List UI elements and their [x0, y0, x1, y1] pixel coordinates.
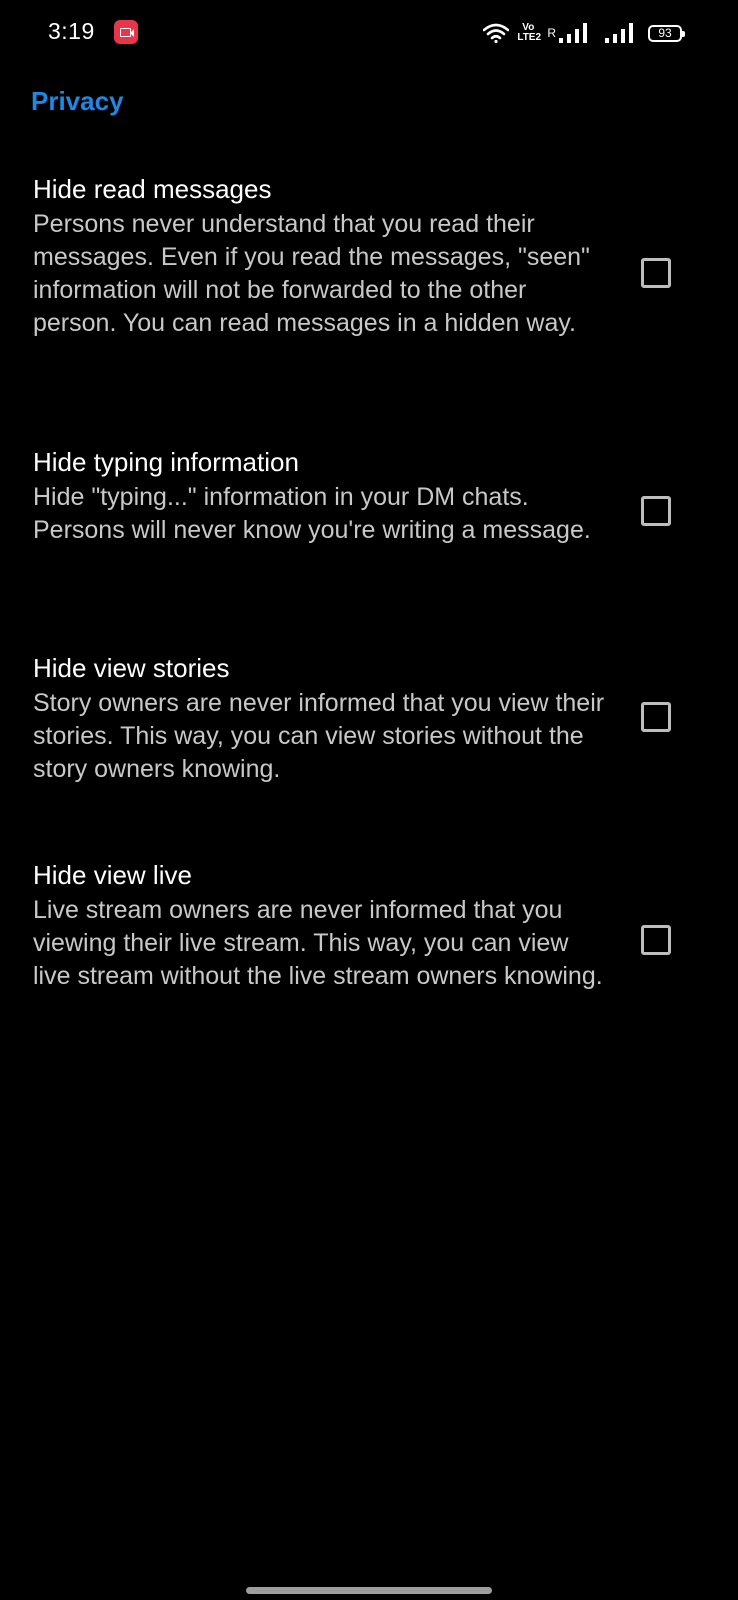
- setting-title: Hide typing information: [33, 447, 299, 477]
- status-icons: Vo LTE2 R 93: [483, 18, 685, 48]
- section-title: Privacy: [31, 86, 124, 116]
- setting-hide-view-stories[interactable]: Hide view stories Story owners are never…: [0, 652, 738, 797]
- setting-hide-read-messages[interactable]: Hide read messages Persons never underst…: [0, 173, 738, 383]
- status-time: 3:19: [48, 18, 95, 44]
- hide-view-live-checkbox[interactable]: [641, 925, 671, 955]
- home-indicator[interactable]: [246, 1587, 492, 1594]
- setting-title: Hide read messages: [33, 174, 272, 204]
- setting-title: Hide view stories: [33, 653, 230, 683]
- roaming-indicator: R: [547, 26, 556, 40]
- setting-description: Persons never understand that you read t…: [33, 210, 590, 337]
- setting-description: Story owners are never informed that you…: [33, 689, 605, 783]
- hide-view-stories-checkbox[interactable]: [641, 702, 671, 732]
- status-bar: 3:19 Vo LTE2 R 93: [0, 0, 738, 68]
- setting-hide-typing-information[interactable]: Hide typing information Hide "typing..."…: [0, 446, 738, 591]
- hide-read-messages-checkbox[interactable]: [641, 258, 671, 288]
- setting-text: Hide read messages Persons never underst…: [33, 173, 605, 340]
- signal-sim2-icon: [604, 22, 634, 44]
- setting-title: Hide view live: [33, 860, 192, 890]
- setting-description: Live stream owners are never informed th…: [33, 896, 603, 990]
- volte-indicator: Vo LTE2: [517, 23, 542, 43]
- setting-text: Hide typing information Hide "typing..."…: [33, 446, 605, 547]
- volte-bottom: LTE2: [517, 32, 542, 43]
- signal-sim1-icon: [558, 22, 588, 44]
- wifi-icon: [483, 23, 510, 43]
- screen-record-icon: [114, 20, 138, 44]
- hide-typing-information-checkbox[interactable]: [641, 496, 671, 526]
- battery-icon: 93: [648, 24, 685, 42]
- setting-text: Hide view stories Story owners are never…: [33, 652, 605, 786]
- setting-hide-view-live[interactable]: Hide view live Live stream owners are ne…: [0, 859, 738, 1034]
- setting-description: Hide "typing..." information in your DM …: [33, 483, 591, 544]
- setting-text: Hide view live Live stream owners are ne…: [33, 859, 605, 993]
